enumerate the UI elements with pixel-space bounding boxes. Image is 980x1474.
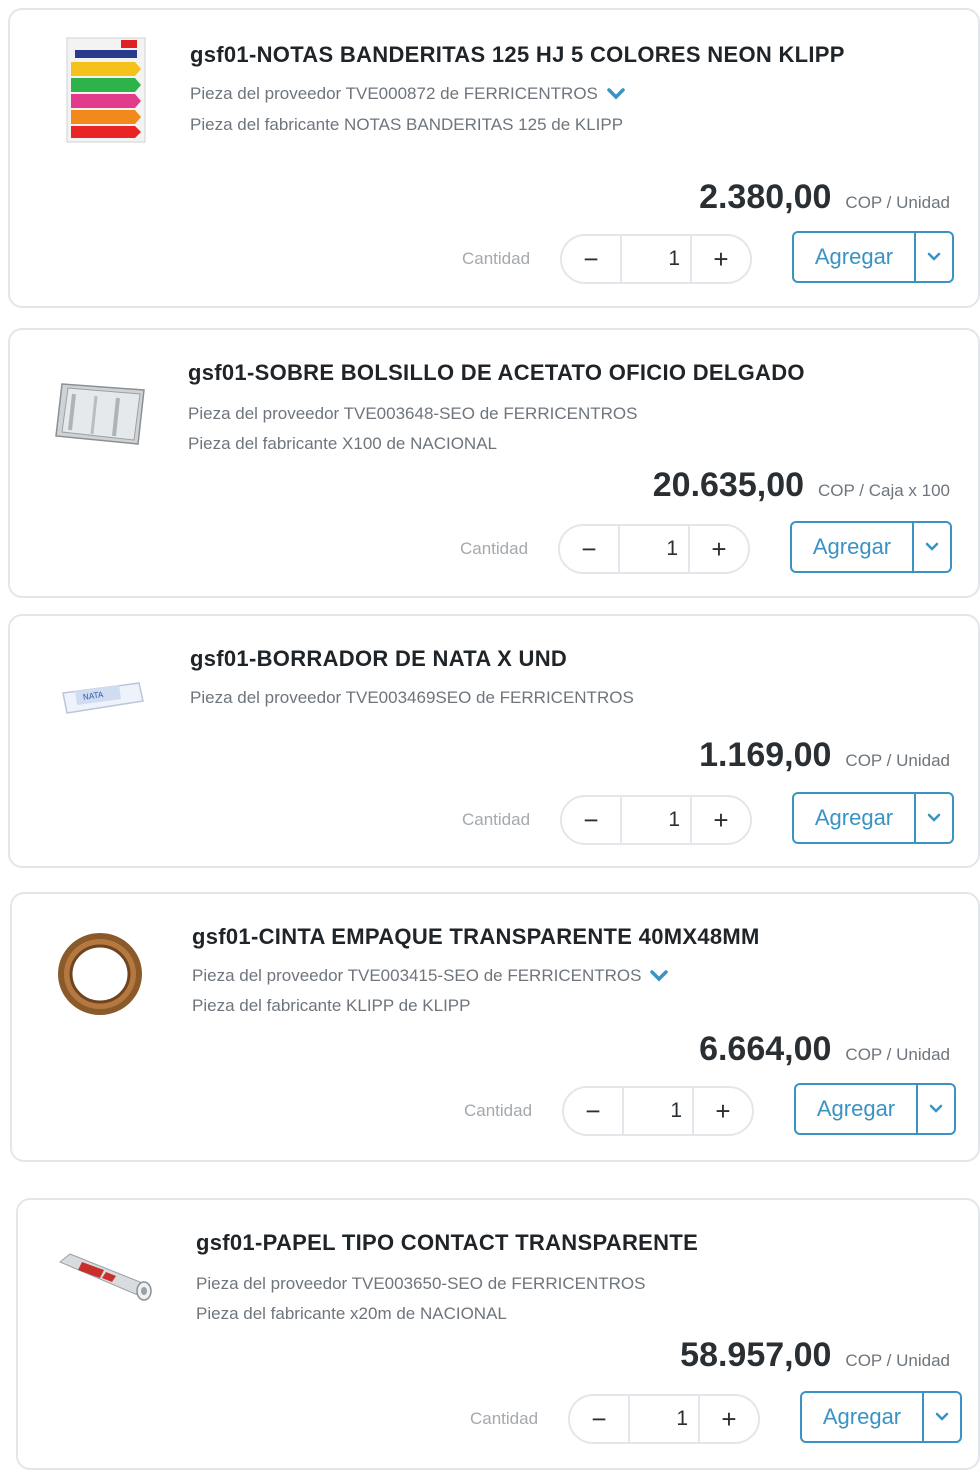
decrement-button[interactable]: − xyxy=(560,526,618,572)
add-options-dropdown[interactable] xyxy=(916,1085,954,1133)
increment-button[interactable]: + xyxy=(700,1396,758,1442)
price-unit: COP / Unidad xyxy=(845,1045,950,1064)
price-unit: COP / Caja x 100 xyxy=(818,481,950,500)
add-to-cart-button[interactable]: Agregar xyxy=(792,523,912,571)
add-to-cart-button[interactable]: Agregar xyxy=(796,1085,916,1133)
price: 2.380,00 xyxy=(699,178,832,216)
add-options-dropdown[interactable] xyxy=(912,523,950,571)
sticky-flags-icon[interactable] xyxy=(56,37,156,143)
increment-button[interactable]: + xyxy=(692,797,750,843)
decrement-button[interactable]: − xyxy=(570,1396,628,1442)
supplier-part-text: Pieza del proveedor TVE003650-SEO de FER… xyxy=(196,1274,646,1293)
supplier-part-text: Pieza del proveedor TVE003415-SEO de FER… xyxy=(192,966,642,985)
add-to-cart-button[interactable]: Agregar xyxy=(802,1393,922,1441)
eraser-icon[interactable]: NATA xyxy=(52,646,152,746)
add-button-group: Agregar xyxy=(792,792,954,844)
decrement-button[interactable]: − xyxy=(562,797,620,843)
chevron-down-icon xyxy=(935,1412,949,1421)
price-row: 20.635,00 COP / Caja x 100 xyxy=(653,466,950,505)
chevron-down-icon[interactable] xyxy=(606,87,626,101)
chevron-down-icon xyxy=(927,252,941,261)
price-row: 2.380,00 COP / Unidad xyxy=(699,178,950,217)
decrement-button[interactable]: − xyxy=(562,236,620,282)
add-button-group: Agregar xyxy=(792,231,954,283)
price: 6.664,00 xyxy=(699,1030,832,1068)
product-card: gsf01-CINTA EMPAQUE TRANSPARENTE 40MX48M… xyxy=(10,892,980,1162)
increment-button[interactable]: + xyxy=(690,526,748,572)
quantity-input[interactable]: 1 xyxy=(618,526,690,572)
increment-button[interactable]: + xyxy=(694,1088,752,1134)
price-unit: COP / Unidad xyxy=(845,751,950,770)
acetate-sleeve-icon[interactable] xyxy=(50,364,150,464)
add-button-group: Agregar xyxy=(794,1083,956,1135)
supplier-part-text: Pieza del proveedor TVE003648-SEO de FER… xyxy=(188,404,638,423)
add-options-dropdown[interactable] xyxy=(914,233,952,281)
supplier-part: Pieza del proveedor TVE000872 de FERRICE… xyxy=(190,84,626,104)
contact-paper-roll-icon[interactable] xyxy=(54,1228,154,1328)
product-title[interactable]: gsf01-NOTAS BANDERITAS 125 HJ 5 COLORES … xyxy=(190,42,845,68)
price: 20.635,00 xyxy=(652,466,805,504)
product-title[interactable]: gsf01-CINTA EMPAQUE TRANSPARENTE 40MX48M… xyxy=(192,924,760,950)
product-card: NATA gsf01-BORRADOR DE NATA X UND Pieza … xyxy=(8,614,980,868)
quantity-input[interactable]: 1 xyxy=(628,1396,700,1442)
manufacturer-part: Pieza del fabricante X100 de NACIONAL xyxy=(188,434,498,453)
decrement-button[interactable]: − xyxy=(564,1088,622,1134)
supplier-part: Pieza del proveedor TVE003469SEO de FERR… xyxy=(190,688,634,708)
quantity-stepper: − 1 + xyxy=(568,1394,760,1444)
quantity-label: Cantidad xyxy=(464,1101,533,1120)
manufacturer-part: Pieza del fabricante KLIPP de KLIPP xyxy=(192,996,471,1015)
price-row: 1.169,00 COP / Unidad xyxy=(699,736,950,775)
chevron-down-icon[interactable] xyxy=(649,969,669,983)
chevron-down-icon xyxy=(929,1104,943,1113)
manufacturer-part: Pieza del fabricante NOTAS BANDERITAS 12… xyxy=(190,115,624,134)
supplier-part: Pieza del proveedor TVE003650-SEO de FER… xyxy=(196,1274,645,1294)
price-unit: COP / Unidad xyxy=(845,193,950,212)
quantity-label: Cantidad xyxy=(462,249,531,268)
product-card: gsf01-PAPEL TIPO CONTACT TRANSPARENTE Pi… xyxy=(16,1198,980,1470)
quantity-label: Cantidad xyxy=(470,1409,539,1428)
add-button-group: Agregar xyxy=(790,521,952,573)
quantity-input[interactable]: 1 xyxy=(622,1088,694,1134)
product-card: gsf01-SOBRE BOLSILLO DE ACETATO OFICIO D… xyxy=(8,328,980,598)
quantity-label: Cantidad xyxy=(460,539,529,558)
product-title[interactable]: gsf01-BORRADOR DE NATA X UND xyxy=(190,646,567,672)
price-row: 58.957,00 COP / Unidad xyxy=(680,1336,950,1375)
product-card: gsf01-NOTAS BANDERITAS 125 HJ 5 COLORES … xyxy=(8,8,980,308)
add-to-cart-button[interactable]: Agregar xyxy=(794,233,914,281)
chevron-down-icon xyxy=(927,813,941,822)
quantity-input[interactable]: 1 xyxy=(620,797,692,843)
tape-roll-icon[interactable] xyxy=(50,924,150,1024)
increment-button[interactable]: + xyxy=(692,236,750,282)
supplier-part-text: Pieza del proveedor TVE003469SEO de FERR… xyxy=(190,688,634,707)
chevron-down-icon xyxy=(925,542,939,551)
supplier-part: Pieza del proveedor TVE003415-SEO de FER… xyxy=(192,966,669,986)
product-title[interactable]: gsf01-SOBRE BOLSILLO DE ACETATO OFICIO D… xyxy=(188,360,805,386)
product-title[interactable]: gsf01-PAPEL TIPO CONTACT TRANSPARENTE xyxy=(196,1230,698,1256)
price-unit: COP / Unidad xyxy=(845,1351,950,1370)
price: 1.169,00 xyxy=(699,736,832,774)
quantity-label: Cantidad xyxy=(462,810,531,829)
quantity-stepper: − 1 + xyxy=(560,234,752,284)
supplier-part: Pieza del proveedor TVE003648-SEO de FER… xyxy=(188,404,637,424)
quantity-input[interactable]: 1 xyxy=(620,236,692,282)
quantity-stepper: − 1 + xyxy=(558,524,750,574)
add-to-cart-button[interactable]: Agregar xyxy=(794,794,914,842)
quantity-stepper: − 1 + xyxy=(560,795,752,845)
add-options-dropdown[interactable] xyxy=(922,1393,960,1441)
price: 58.957,00 xyxy=(680,1336,832,1374)
manufacturer-part: Pieza del fabricante x20m de NACIONAL xyxy=(196,1304,507,1323)
quantity-stepper: − 1 + xyxy=(562,1086,754,1136)
add-options-dropdown[interactable] xyxy=(914,794,952,842)
supplier-part-text: Pieza del proveedor TVE000872 de FERRICE… xyxy=(190,84,598,103)
add-button-group: Agregar xyxy=(800,1391,962,1443)
price-row: 6.664,00 COP / Unidad xyxy=(699,1030,950,1069)
